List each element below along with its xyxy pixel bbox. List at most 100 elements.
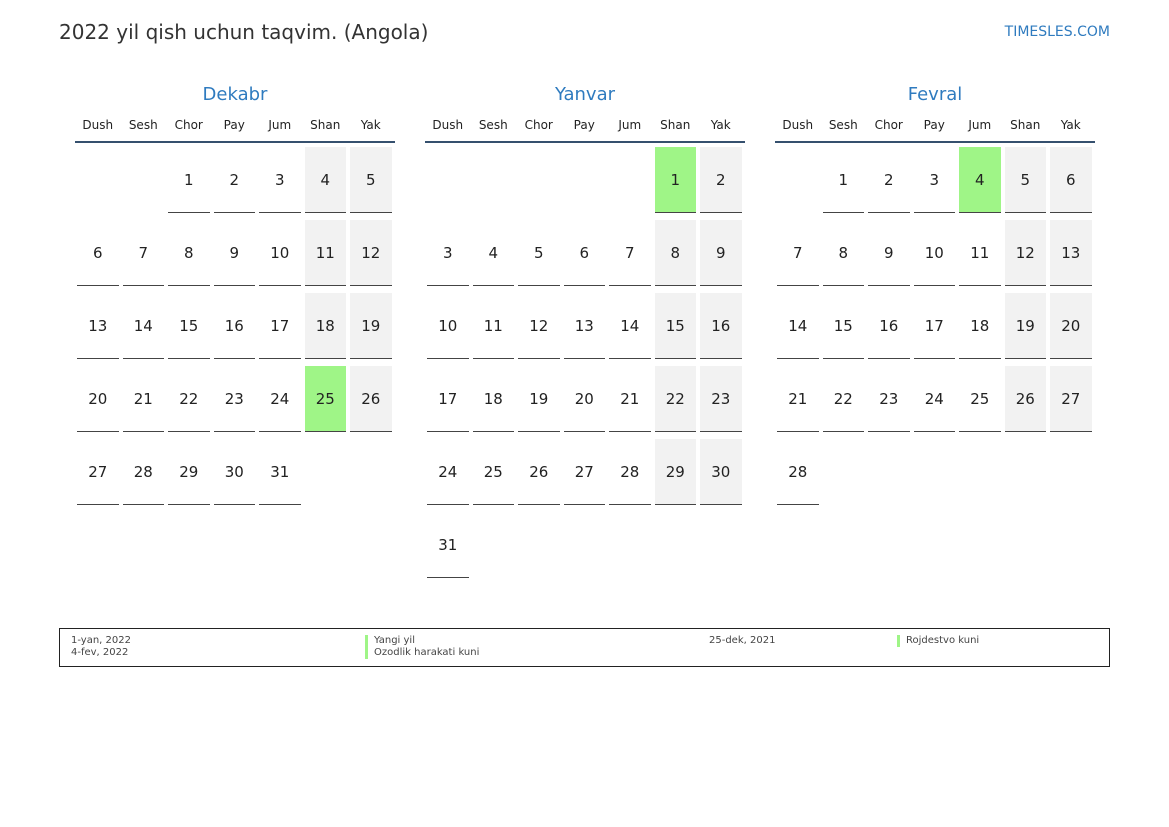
day-cell: 10 xyxy=(427,293,469,359)
holiday-day-cell: 4 xyxy=(959,147,1001,213)
day-cell: 6 xyxy=(1050,147,1092,213)
weekday-label: Shan xyxy=(660,118,691,132)
day-cell: 4 xyxy=(472,220,514,286)
day-cell: 16 xyxy=(700,293,742,359)
day-cell: 14 xyxy=(777,293,819,359)
day-cell: 26 xyxy=(350,366,392,432)
weekday-label: Sesh xyxy=(478,118,508,132)
day-cell: 10 xyxy=(259,220,301,286)
day-cell: 19 xyxy=(350,293,392,359)
weekday-label: Shan xyxy=(1010,118,1041,132)
legend-holiday: Yangi yil xyxy=(365,635,415,647)
day-cell: 13 xyxy=(77,293,119,359)
empty-cell xyxy=(427,147,469,213)
site-link[interactable]: TIMESLES.COM xyxy=(1005,24,1110,40)
day-cell: 26 xyxy=(1004,366,1046,432)
day-cell: 6 xyxy=(563,220,605,286)
day-cell: 30 xyxy=(213,439,255,505)
day-cell: 15 xyxy=(654,293,696,359)
month-name: Yanvar xyxy=(554,84,616,105)
day-cell: 28 xyxy=(122,439,164,505)
day-cell: 28 xyxy=(777,439,819,505)
day-cell: 23 xyxy=(213,366,255,432)
day-cell: 4 xyxy=(304,147,346,213)
day-cell: 16 xyxy=(868,293,910,359)
day-cell: 11 xyxy=(959,220,1001,286)
legend-date: 4-fev, 2022 xyxy=(71,647,129,658)
empty-cell xyxy=(777,147,819,213)
weekday-label: Yak xyxy=(1060,118,1081,132)
day-cell: 29 xyxy=(168,439,210,505)
day-cell: 29 xyxy=(654,439,696,505)
day-cell: 8 xyxy=(168,220,210,286)
day-cell: 20 xyxy=(563,366,605,432)
weekday-label: Dush xyxy=(82,118,114,132)
day-cell: 11 xyxy=(304,220,346,286)
day-cell: 25 xyxy=(472,439,514,505)
weekday-label: Chor xyxy=(174,118,203,132)
day-cell: 19 xyxy=(1004,293,1046,359)
day-cell: 24 xyxy=(913,366,955,432)
day-cell: 8 xyxy=(654,220,696,286)
weekday-label: Chor xyxy=(874,118,903,132)
day-cell: 21 xyxy=(777,366,819,432)
empty-cell xyxy=(609,147,651,213)
day-cell: 9 xyxy=(213,220,255,286)
weekday-label: Sesh xyxy=(128,118,158,132)
day-cell: 7 xyxy=(609,220,651,286)
day-cell: 14 xyxy=(122,293,164,359)
month-yanvar: Yanvar Dush Sesh Chor Pay Jum Shan Yak 1234567… xyxy=(425,82,745,585)
weekday-label: Shan xyxy=(310,118,341,132)
weekday-header: Dush Sesh Chor Pay Jum Shan Yak xyxy=(75,116,395,143)
empty-cell xyxy=(473,147,515,213)
day-cell: 10 xyxy=(913,220,955,286)
day-cell: 1 xyxy=(168,147,210,213)
day-cell: 1 xyxy=(822,147,864,213)
month-fevral: Fevral Dush Sesh Chor Pay Jum Shan Yak 1234567… xyxy=(775,82,1095,512)
holiday-day-cell: 1 xyxy=(654,147,696,213)
weekday-label: Chor xyxy=(524,118,553,132)
weekday-label: Pay xyxy=(923,118,945,132)
day-cell: 13 xyxy=(1050,220,1092,286)
day-cell: 12 xyxy=(1004,220,1046,286)
weekday-label: Yak xyxy=(710,118,731,132)
weekday-label: Jum xyxy=(968,118,992,132)
day-cell: 18 xyxy=(304,293,346,359)
day-cell: 26 xyxy=(518,439,560,505)
day-cell: 24 xyxy=(259,366,301,432)
day-cell: 23 xyxy=(868,366,910,432)
day-cell: 13 xyxy=(563,293,605,359)
day-cell: 24 xyxy=(427,439,469,505)
day-cell: 21 xyxy=(609,366,651,432)
day-cell: 5 xyxy=(350,147,392,213)
weekday-label: Pay xyxy=(573,118,595,132)
day-cell: 16 xyxy=(213,293,255,359)
day-cell: 3 xyxy=(427,220,469,286)
day-cell: 30 xyxy=(700,439,742,505)
day-cell: 20 xyxy=(1050,293,1092,359)
day-cell: 3 xyxy=(913,147,955,213)
day-cell: 17 xyxy=(259,293,301,359)
day-cell: 21 xyxy=(122,366,164,432)
day-cell: 17 xyxy=(427,366,469,432)
day-cell: 8 xyxy=(822,220,864,286)
weekday-header: Dush Sesh Chor Pay Jum Shan Yak xyxy=(425,116,745,143)
empty-cell xyxy=(77,147,119,213)
day-cell: 9 xyxy=(868,220,910,286)
day-cell: 17 xyxy=(913,293,955,359)
weekday-label: Pay xyxy=(223,118,245,132)
day-cell: 27 xyxy=(77,439,119,505)
holiday-legend: 1-yan, 2022 Yangi yil 4-fev, 2022 Ozodli… xyxy=(59,628,1110,667)
day-cell: 27 xyxy=(563,439,605,505)
day-grid: 1 2 3 4 5 6 7 8 9 10 11 12 13 14 15 16 17 18 19 20 21 22 23 24 2… xyxy=(425,147,745,585)
weekday-label: Yak xyxy=(360,118,381,132)
day-cell: 22 xyxy=(168,366,210,432)
day-grid: 1 2 3 4 5 6 7 8 9 10 11 12 13 14 15 16 17 18 19 20 21 22 23 24 2… xyxy=(775,147,1095,512)
day-cell: 25 xyxy=(959,366,1001,432)
day-cell: 7 xyxy=(777,220,819,286)
day-cell: 3 xyxy=(259,147,301,213)
legend-holiday: Ozodlik harakati kuni xyxy=(365,647,479,659)
day-cell: 20 xyxy=(77,366,119,432)
day-cell: 22 xyxy=(654,366,696,432)
day-grid: 1 2 3 4 5 6 7 8 9 10 11 12 13 14 15 16 17 18 19 20 21 22 23 24 2… xyxy=(75,147,395,512)
